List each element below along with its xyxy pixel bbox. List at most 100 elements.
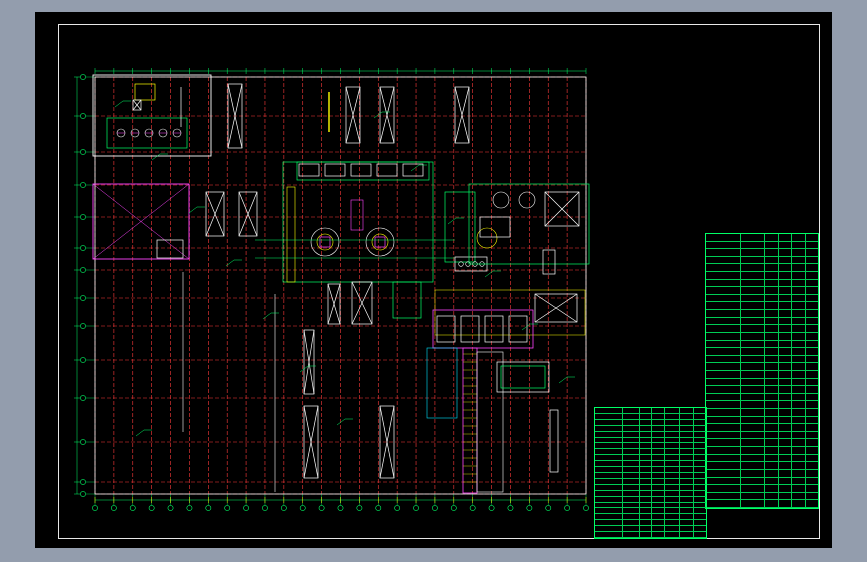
table-cell-divider [791,378,793,386]
table-cell-divider [650,478,652,484]
table-cell-divider [621,425,623,431]
table-cell-divider [663,502,665,508]
table-cell-divider [791,355,793,363]
table-cell-divider [639,408,641,413]
axis-bubble-icon [167,505,174,511]
table-cell-divider [777,386,779,393]
axis-bubble-icon [80,439,86,445]
table-row [706,386,818,394]
table-cell-divider [764,469,766,477]
table-row [706,431,818,440]
production-line-rail [476,351,504,493]
production-cell [484,315,504,343]
table-cell-divider [639,532,641,537]
table-cell-divider [804,500,806,507]
table-cell-divider [804,416,806,424]
table-cell-divider [679,408,681,413]
table-cell-divider [791,492,793,500]
table-cell-divider [650,484,652,490]
table-cell-divider [804,393,806,401]
table-cell-divider [791,485,793,492]
table-cell-divider [739,431,741,439]
table-cell-divider [679,419,681,425]
table-cell-divider [804,264,806,272]
table-cell-divider [791,393,793,401]
table-cell-divider [804,439,806,447]
table-cell-divider [777,294,779,302]
table-cell-divider [791,279,793,287]
table-cell-divider [663,408,665,413]
table-cell-divider [791,409,793,416]
table-cell-divider [679,455,681,461]
table-cell-divider [739,409,741,416]
table-row [706,409,818,417]
table-cell-divider [739,447,741,454]
table-cell-divider [764,439,766,447]
table-cell-divider [650,431,652,437]
table-row [706,340,818,349]
table-cell-divider [804,492,806,500]
table-cell-divider [639,467,641,472]
table-cell-divider [777,310,779,317]
table-cell-divider [663,437,665,443]
table-cell-divider [650,526,652,532]
gauge-icon [458,261,464,267]
table-cell-divider [739,279,741,287]
production-cell [436,315,456,343]
process-cell [298,163,320,177]
table-cell-divider [791,454,793,462]
table-cell-divider [650,413,652,419]
table-cell-divider [791,439,793,447]
table-cell-divider [650,425,652,431]
axis-bubble-icon [356,505,363,511]
axis-bubble-icon [80,295,86,301]
table-cell-divider [764,378,766,386]
table-cell-divider [650,408,652,413]
table-cell-divider [777,355,779,363]
table-cell-divider [777,477,779,485]
table-cell-divider [791,302,793,310]
table-cell-divider [692,532,694,537]
table-row [706,500,818,508]
table-cell-divider [777,256,779,264]
label-leader [521,323,531,331]
table-cell-divider [621,455,623,461]
table-row [706,234,818,242]
table-cell-divider [739,393,741,401]
table-cell-divider [791,272,793,279]
table-cell-divider [804,325,806,332]
table-cell-divider [764,363,766,370]
table-cell-divider [650,490,652,496]
table-cell-divider [791,386,793,393]
table-cell-divider [739,370,741,378]
table-cell-divider [679,449,681,455]
table-cell-divider [621,472,623,478]
axis-bubble-icon [80,245,86,251]
table-cell-divider [663,431,665,437]
table-cell-divider [777,370,779,378]
axis-bubble-icon [469,505,476,511]
table-cell-divider [739,348,741,355]
axis-bubble-icon [280,505,287,511]
table-row [706,256,818,265]
table-cell-divider [650,472,652,478]
equipment-unit-left [156,239,184,259]
table-cell-divider [663,532,665,537]
table-cell-divider [804,249,806,256]
axis-bubble-icon [545,505,552,511]
table-cell-divider [804,447,806,454]
table-cell-divider [739,386,741,393]
table-row [706,401,818,410]
table-cell-divider [764,264,766,272]
table-row [706,241,818,250]
table-cell-divider [679,502,681,508]
table-cell-divider [764,310,766,317]
table-cell-divider [804,469,806,477]
table-cell-divider [692,472,694,478]
process-cell [376,163,398,177]
table-cell-divider [791,256,793,264]
table-cell-divider [804,424,806,431]
table-cell-divider [692,526,694,532]
table-cell-divider [764,431,766,439]
axis-bubble-icon [564,505,571,511]
